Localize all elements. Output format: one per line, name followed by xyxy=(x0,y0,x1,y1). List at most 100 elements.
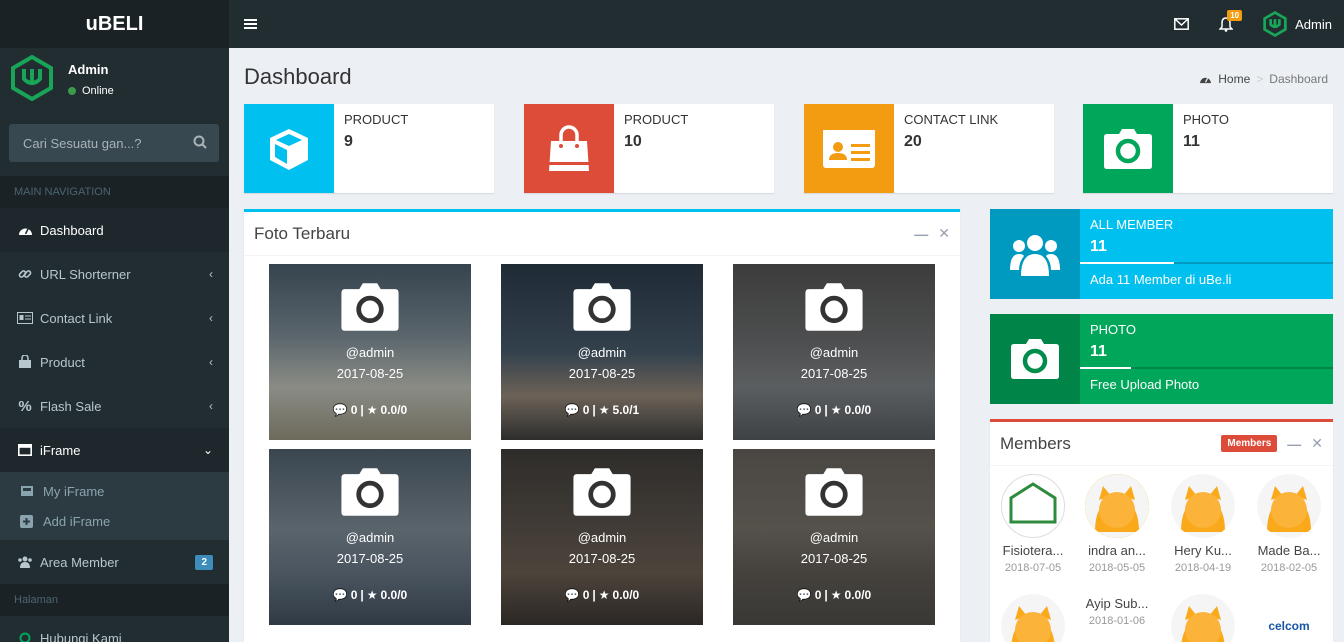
users-icon xyxy=(17,556,33,568)
member-name: Ayip Sub... xyxy=(1085,596,1149,611)
member-item[interactable]: Ayip Sub... 2018-01-06 xyxy=(1077,596,1157,627)
member-count-badge: 2 xyxy=(195,554,213,570)
comment-icon: 💬 xyxy=(564,403,580,417)
breadcrumb-home[interactable]: Home xyxy=(1218,72,1250,86)
member-name: Hery Ku... xyxy=(1174,543,1232,558)
admin-name[interactable]: Admin xyxy=(1295,17,1332,32)
photo-stats-box[interactable]: PHOTO 11 Free Upload Photo xyxy=(990,314,1333,404)
sidebar-item-label: Flash Sale xyxy=(40,398,102,414)
camera-icon xyxy=(340,467,400,520)
minimize-icon[interactable]: — xyxy=(914,226,928,242)
infobox-product[interactable]: PRODUCT 9 xyxy=(244,104,494,193)
member-date: 2018-01-06 xyxy=(1088,615,1146,627)
sidebar-subitem-my-iframe[interactable]: My iFrame xyxy=(0,476,229,506)
user-name: Admin xyxy=(68,61,109,77)
member-item[interactable] xyxy=(993,594,1073,642)
camera-icon xyxy=(340,282,400,335)
mail-icon[interactable] xyxy=(1174,18,1190,30)
all-member-value: 11 xyxy=(1090,238,1107,255)
infobox-value: 10 xyxy=(624,133,642,150)
member-item[interactable]: Hery Ku... 2018-04-19 xyxy=(1163,474,1243,574)
inbox-icon xyxy=(20,485,36,497)
notifications-icon[interactable]: 10 xyxy=(1219,9,1243,32)
chevron-left-icon: ‹ xyxy=(209,399,213,413)
infobox-label: PHOTO xyxy=(1183,112,1229,127)
member-item[interactable]: Fisiotera... 2018-07-05 xyxy=(993,474,1073,574)
photo-card[interactable]: @admin 2017-08-25 💬 0 | ★ 0.0/0 xyxy=(269,264,471,440)
top-header: 10 Admin xyxy=(229,0,1344,48)
minimize-icon[interactable]: — xyxy=(1287,436,1301,452)
sidebar-subitem-label: My iFrame xyxy=(43,483,105,499)
photo-card[interactable]: @admin 2017-08-25 💬 0 | ★ 0.0/0 xyxy=(733,264,935,440)
infobox-contact-link[interactable]: CONTACT LINK 20 xyxy=(804,104,1054,193)
camera-icon xyxy=(1083,104,1173,193)
iframe-submenu: My iFrame Add iFrame xyxy=(0,472,229,540)
percent-icon: % xyxy=(18,397,32,415)
sidebar-item-contact-link[interactable]: Contact Link ‹ xyxy=(0,296,229,340)
foto-terbaru-title: Foto Terbaru xyxy=(254,223,351,243)
comment-icon: 💬 xyxy=(796,588,812,602)
shopping-bag-icon xyxy=(524,104,614,193)
search-icon[interactable] xyxy=(193,135,207,152)
circle-icon xyxy=(17,632,33,642)
photo-stats-label: PHOTO xyxy=(1090,322,1136,337)
app-logo[interactable]: uBELI xyxy=(0,0,229,48)
photo-user: @admin xyxy=(809,345,859,360)
photo-card[interactable]: @admin 2017-08-25 💬 0 | ★ 5.0/1 xyxy=(501,264,703,440)
all-member-box[interactable]: ALL MEMBER 11 Ada 11 Member di uBe.li xyxy=(990,209,1333,299)
sidebar-item-dashboard[interactable]: Dashboard xyxy=(0,208,229,252)
photo-stats: 💬 0 | ★ 5.0/1 xyxy=(564,403,640,417)
comment-icon: 💬 xyxy=(564,588,580,602)
sidebar-item-iframe[interactable]: iFrame ⌄ xyxy=(0,428,229,472)
sidebar-item-hubungi-kami[interactable]: Hubungi Kami xyxy=(0,616,229,642)
sidebar-subitem-label: Add iFrame xyxy=(43,513,111,529)
member-item[interactable]: indra an... 2018-05-05 xyxy=(1077,474,1157,574)
member-name: Made Ba... xyxy=(1257,543,1321,558)
sidebar-item-url-shorterner[interactable]: URL Shorterner ‹ xyxy=(0,252,229,296)
sidebar-item-flash-sale[interactable]: % Flash Sale ‹ xyxy=(0,384,229,428)
member-avatar xyxy=(1001,474,1065,538)
comment-icon: 💬 xyxy=(796,403,812,417)
member-avatar xyxy=(1085,474,1149,538)
photo-date: 2017-08-25 xyxy=(568,551,636,566)
photo-stats: 💬 0 | ★ 0.0/0 xyxy=(332,588,408,602)
admin-avatar[interactable] xyxy=(1263,11,1287,37)
breadcrumb-current: Dashboard xyxy=(1269,72,1328,86)
celcom-logo: celcom xyxy=(1268,619,1310,633)
page-title: Dashboard xyxy=(244,64,352,89)
photo-user: @admin xyxy=(577,530,627,545)
member-item[interactable]: Made Ba... 2018-02-05 xyxy=(1249,474,1329,574)
star-icon: ★ xyxy=(598,403,610,417)
infobox-value: 20 xyxy=(904,133,922,150)
star-icon: ★ xyxy=(366,588,378,602)
close-icon[interactable]: ✕ xyxy=(1311,435,1323,452)
infobox-value: 11 xyxy=(1183,133,1200,150)
infobox-product-2[interactable]: PRODUCT 10 xyxy=(524,104,774,193)
infobox-value: 9 xyxy=(344,133,353,150)
search-input[interactable] xyxy=(23,135,183,151)
member-item[interactable]: celcom xyxy=(1249,594,1329,642)
dashboard-icon xyxy=(17,224,33,236)
photo-card[interactable]: @admin 2017-08-25 💬 0 | ★ 0.0/0 xyxy=(733,449,935,625)
star-icon: ★ xyxy=(598,588,610,602)
close-icon[interactable]: ✕ xyxy=(938,225,950,242)
photo-stats: 💬 0 | ★ 0.0/0 xyxy=(796,588,872,602)
halaman-header: Halaman xyxy=(0,584,229,616)
dashboard-icon xyxy=(1199,74,1212,84)
member-name: indra an... xyxy=(1088,543,1146,558)
member-item[interactable] xyxy=(1163,594,1243,642)
photo-date: 2017-08-25 xyxy=(336,551,404,566)
infobox-photo[interactable]: PHOTO 11 xyxy=(1083,104,1333,193)
sidebar-item-product[interactable]: Product ‹ xyxy=(0,340,229,384)
photo-card[interactable]: @admin 2017-08-25 💬 0 | ★ 0.0/0 xyxy=(501,449,703,625)
main-nav-header: MAIN NAVIGATION xyxy=(0,176,229,208)
member-avatar xyxy=(1171,594,1235,642)
photo-card[interactable]: @admin 2017-08-25 💬 0 | ★ 0.0/0 xyxy=(269,449,471,625)
camera-icon xyxy=(572,282,632,335)
photo-user: @admin xyxy=(345,530,395,545)
sidebar-subitem-add-iframe[interactable]: Add iFrame xyxy=(0,506,229,536)
photo-date: 2017-08-25 xyxy=(336,366,404,381)
menu-toggle-icon[interactable] xyxy=(244,17,257,33)
sidebar-item-area-member[interactable]: Area Member 2 xyxy=(0,540,229,584)
users-icon xyxy=(990,209,1080,299)
